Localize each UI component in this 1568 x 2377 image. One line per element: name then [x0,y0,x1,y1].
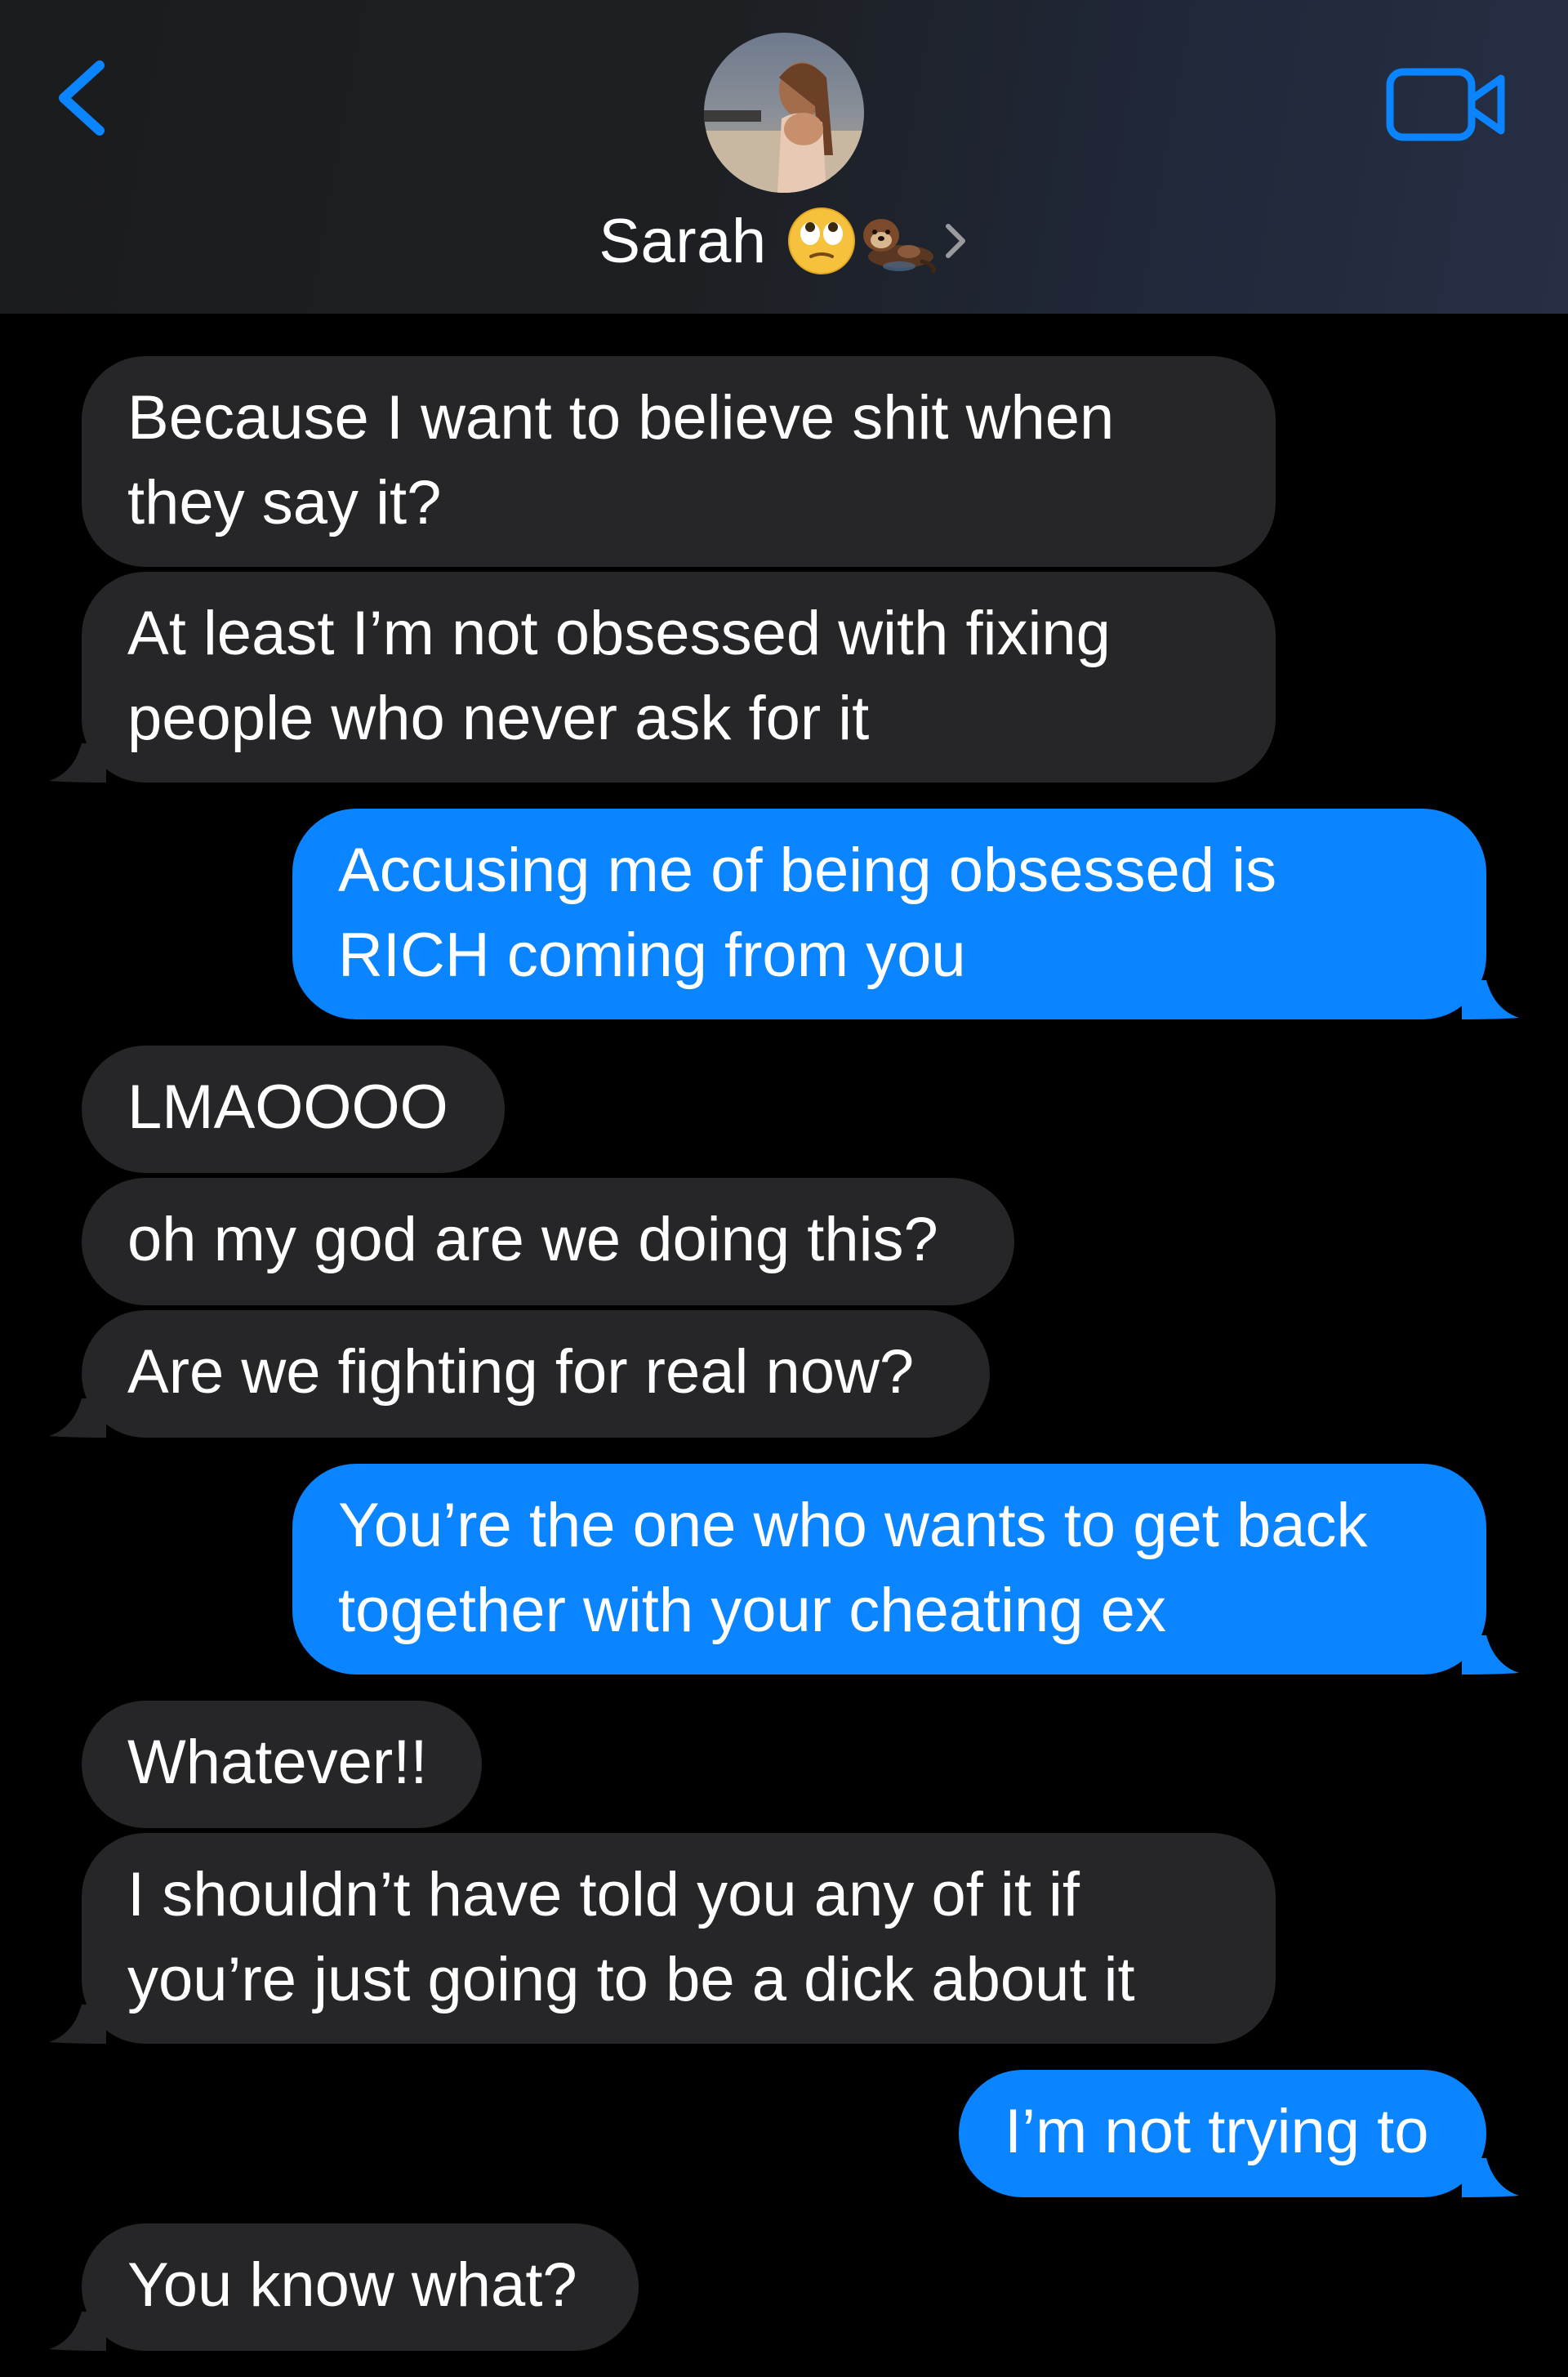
message-line: Because I want to believe shit when [127,383,1115,453]
message-line: Are we fighting for real now? [127,1337,915,1407]
video-camera-icon [1386,68,1505,141]
conversation-header: Sarah [0,0,1568,314]
video-call-button[interactable] [1385,64,1508,145]
message-line: together with your cheating ex [338,1576,1166,1645]
message-bubble-incoming[interactable]: Whatever!! [82,1701,482,1828]
back-button[interactable] [49,49,114,147]
message-line: I’m not trying to [1004,2097,1429,2166]
message-line: At least I’m not obsessed with fixing [127,599,1111,668]
message-bubble-incoming[interactable]: Are we fighting for real now? [49,1310,990,1438]
message-bubble-incoming[interactable]: I shouldn’t have told you any of it if y… [49,1833,1276,2044]
bubble-tail-icon [1462,1635,1519,1675]
message-line: You’re the one who wants to get back [338,1491,1368,1560]
avatar-photo [704,33,864,193]
message-line: RICH coming from you [338,921,966,990]
chevron-right-icon [945,224,965,258]
message-bubble-incoming[interactable]: Because I want to believe shit when they… [82,356,1276,567]
message-line: LMAOOOO [127,1073,448,1142]
message-line: oh my god are we doing this? [127,1205,938,1274]
message-bubble-outgoing[interactable]: You’re the one who wants to get back tog… [292,1464,1519,1675]
message-line: I shouldn’t have told you any of it if [127,1860,1080,1929]
otter-emoji-icon [862,219,936,274]
message-line: people who never ask for it [127,684,870,753]
message-line: you’re just going to be a dick about it [127,1945,1135,2014]
bubble-tail-icon [1462,980,1519,1019]
message-bubble-incoming[interactable]: oh my god are we doing this? [82,1178,1014,1305]
message-line: You know what? [127,2250,577,2320]
contact-name: Sarah [599,206,767,276]
contact-name-row[interactable]: Sarah [0,196,1568,286]
message-bubble-outgoing[interactable]: I’m not trying to [959,2070,1519,2197]
message-bubble-incoming[interactable]: At least I’m not obsessed with fixing pe… [49,572,1276,783]
message-bubble-incoming[interactable]: You know what? [49,2223,639,2351]
bubble-tail-icon [49,2312,106,2351]
message-bubble-incoming[interactable]: LMAOOOO [82,1046,505,1173]
contact-emoji-group [786,206,969,276]
message-line: Whatever!! [127,1728,428,1797]
bubble-tail-icon [49,1398,106,1438]
message-bubble-outgoing[interactable]: Accusing me of being obsessed is RICH co… [292,809,1519,1019]
chevron-left-icon [59,60,105,136]
message-line: they say it? [127,468,442,537]
contact-avatar[interactable] [704,33,864,193]
message-line: Accusing me of being obsessed is [338,836,1277,905]
bubble-tail-icon [49,743,106,783]
face-with-rolling-eyes-emoji-icon [787,207,855,274]
bubble-tail-icon [1462,2158,1519,2197]
bubble-tail-icon [49,2005,106,2044]
